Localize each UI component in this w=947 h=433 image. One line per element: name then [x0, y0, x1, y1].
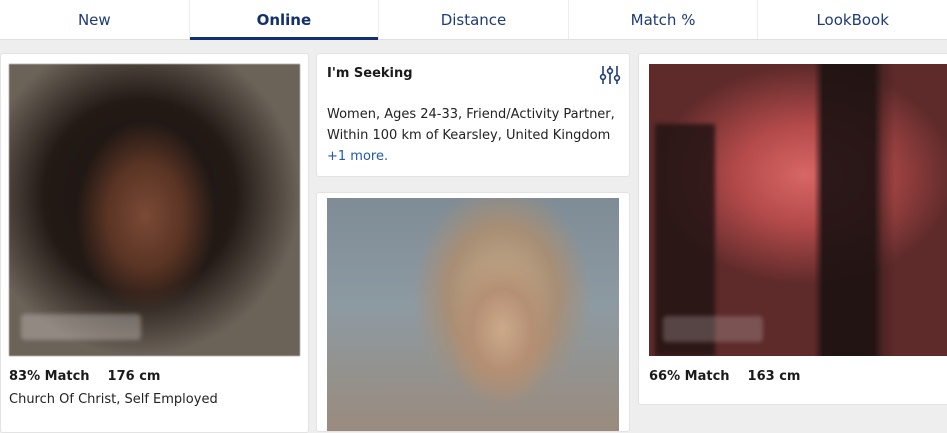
- seeking-card: I'm Seeking Women, Ages 24-33, Friend/Ac…: [316, 53, 630, 177]
- profile-height: 163 cm: [747, 369, 801, 384]
- tab-match-percent[interactable]: Match %: [569, 0, 759, 39]
- photo-watermark: [663, 316, 763, 342]
- profile-photo[interactable]: [649, 64, 947, 356]
- profile-card[interactable]: 66% Match 163 cm: [638, 53, 947, 405]
- profile-photo[interactable]: [9, 64, 300, 356]
- profile-stats: 83% Match 176 cm: [9, 369, 178, 384]
- seeking-criteria: Women, Ages 24-33, Friend/Activity Partn…: [327, 107, 615, 143]
- profile-details: Church Of Christ, Self Employed: [9, 392, 218, 407]
- tab-lookbook[interactable]: LookBook: [758, 0, 947, 39]
- match-percent: 83% Match: [9, 369, 90, 384]
- sliders-icon[interactable]: [599, 64, 621, 86]
- tab-bar: New Online Distance Match % LookBook: [0, 0, 947, 40]
- photo-watermark: [21, 314, 141, 340]
- profile-height: 176 cm: [107, 369, 161, 384]
- match-percent: 66% Match: [649, 369, 730, 384]
- seeking-title: I'm Seeking: [327, 66, 413, 81]
- seeking-more-link[interactable]: +1 more.: [327, 149, 388, 164]
- seeking-text: Women, Ages 24-33, Friend/Activity Partn…: [327, 104, 619, 167]
- tab-online[interactable]: Online: [189, 0, 380, 40]
- profile-card[interactable]: 83% Match 176 cm Church Of Christ, Self E…: [0, 53, 309, 433]
- tab-distance[interactable]: Distance: [379, 0, 569, 39]
- profile-photo[interactable]: [327, 198, 619, 431]
- profile-card[interactable]: [316, 192, 630, 432]
- profile-stats: 66% Match 163 cm: [649, 369, 818, 384]
- tab-new[interactable]: New: [0, 0, 190, 39]
